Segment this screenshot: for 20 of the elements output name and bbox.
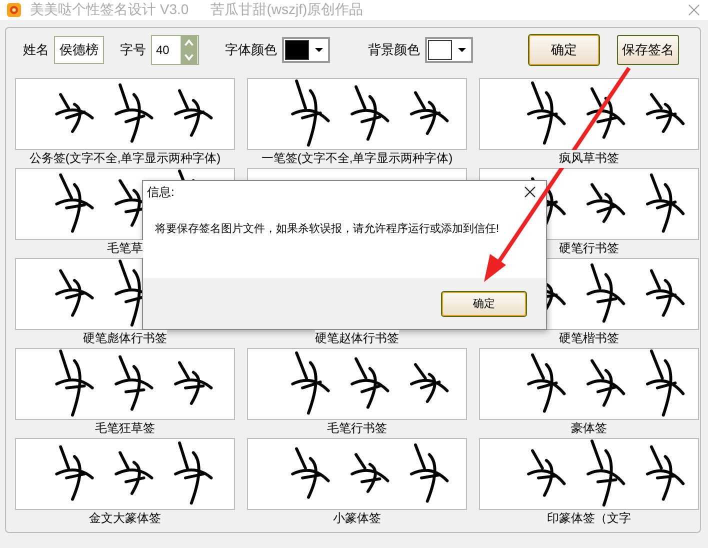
caret-icon	[458, 48, 466, 52]
author-credit: 苦瓜甘甜(wszjf)原创作品	[210, 1, 364, 19]
name-label: 姓名	[23, 41, 49, 59]
color-label: 字体颜色	[225, 41, 277, 59]
window-title: 美美哒个性签名设计 V3.0	[30, 1, 189, 19]
name-field[interactable]: 侯德榜	[54, 36, 104, 64]
signature-caption: 疯风草书签	[559, 150, 619, 168]
ok-button[interactable]: 确定	[442, 292, 526, 316]
size-label: 字号	[120, 41, 146, 59]
dialog-title: 信息:	[147, 184, 174, 200]
app-logo-icon	[6, 2, 22, 18]
confirm-button[interactable]: 确定	[529, 35, 599, 65]
caret-icon	[315, 48, 323, 52]
close-icon[interactable]	[524, 186, 536, 198]
color-picker[interactable]	[425, 37, 473, 63]
color-label: 背景颜色	[368, 41, 420, 59]
save-signature-button[interactable]: 保存签名	[617, 35, 679, 65]
signature-caption: 毛笔草	[107, 240, 143, 258]
dialog-message: 将要保存签名图片文件，如果杀软误报，请允许程序运行或添加到信任!	[155, 223, 500, 235]
color-picker[interactable]	[282, 37, 330, 63]
